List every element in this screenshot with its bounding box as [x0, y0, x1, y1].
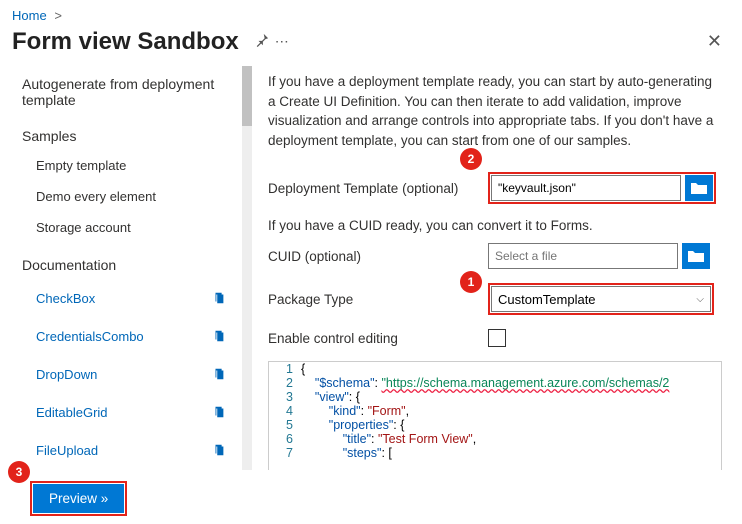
- sidebar-item-storage-account[interactable]: Storage account: [12, 212, 236, 243]
- enable-control-editing-label: Enable control editing: [268, 331, 488, 346]
- sidebar-item-infobox[interactable]: InfoBox: [12, 469, 236, 470]
- row-package-type: Package Type 1 CustomTemplate ⌵: [268, 283, 722, 315]
- sidebar-section-documentation: Documentation: [12, 243, 236, 279]
- close-icon[interactable]: ✕: [699, 27, 730, 56]
- callout-2: 2: [460, 148, 482, 170]
- page-title: Form view Sandbox: [12, 28, 239, 56]
- deployment-template-input[interactable]: [491, 175, 681, 201]
- copy-icon[interactable]: [208, 287, 230, 309]
- cuid-input[interactable]: [488, 243, 678, 269]
- sidebar-scrollbar[interactable]: [242, 66, 252, 470]
- enable-control-editing-checkbox[interactable]: [488, 329, 506, 347]
- cuid-label: CUID (optional): [268, 249, 488, 264]
- chevron-right-icon: >: [54, 8, 62, 23]
- sidebar-item-empty-template[interactable]: Empty template: [12, 150, 236, 181]
- callout-1: 1: [460, 271, 482, 293]
- sidebar: Autogenerate from deployment template Sa…: [12, 66, 240, 470]
- breadcrumb: Home >: [0, 0, 742, 25]
- main-panel: If you have a deployment template ready,…: [258, 66, 742, 470]
- row-cuid: CUID (optional): [268, 243, 722, 269]
- row-deployment-template: Deployment Template (optional) 2: [268, 172, 722, 204]
- more-icon[interactable]: ⋯: [275, 33, 289, 50]
- chevron-down-icon: ⌵: [696, 294, 704, 305]
- sidebar-item-credentialscombo[interactable]: CredentialsCombo: [12, 317, 236, 355]
- intro-text: If you have a deployment template ready,…: [268, 66, 722, 164]
- page-header: Form view Sandbox ⋯ ✕: [0, 25, 742, 66]
- copy-icon[interactable]: [208, 401, 230, 423]
- cuid-description: If you have a CUID ready, you can conver…: [268, 218, 722, 233]
- copy-icon[interactable]: [208, 439, 230, 461]
- browse-file-button[interactable]: [685, 175, 713, 201]
- code-editor[interactable]: 1{ 2 "$schema": "https://schema.manageme…: [268, 361, 722, 470]
- sidebar-item-autogenerate[interactable]: Autogenerate from deployment template: [12, 66, 236, 114]
- package-type-select[interactable]: CustomTemplate ⌵: [491, 286, 711, 312]
- copy-icon[interactable]: [208, 363, 230, 385]
- sidebar-item-demo-every-element[interactable]: Demo every element: [12, 181, 236, 212]
- copy-icon[interactable]: [208, 325, 230, 347]
- sidebar-item-editablegrid[interactable]: EditableGrid: [12, 393, 236, 431]
- package-type-value: CustomTemplate: [498, 292, 596, 307]
- deployment-template-label: Deployment Template (optional): [268, 181, 488, 196]
- package-type-label: Package Type: [268, 292, 488, 307]
- breadcrumb-home[interactable]: Home: [12, 8, 47, 23]
- scrollbar-thumb[interactable]: [242, 66, 252, 126]
- callout-3: 3: [8, 461, 30, 483]
- sidebar-section-samples: Samples: [12, 114, 236, 150]
- sidebar-item-checkbox[interactable]: CheckBox: [12, 279, 236, 317]
- preview-button[interactable]: Preview »: [33, 484, 124, 513]
- sidebar-item-fileupload[interactable]: FileUpload: [12, 431, 236, 469]
- pin-icon[interactable]: [255, 33, 269, 50]
- row-enable-editing: Enable control editing: [268, 329, 722, 347]
- sidebar-item-dropdown[interactable]: DropDown: [12, 355, 236, 393]
- browse-file-button[interactable]: [682, 243, 710, 269]
